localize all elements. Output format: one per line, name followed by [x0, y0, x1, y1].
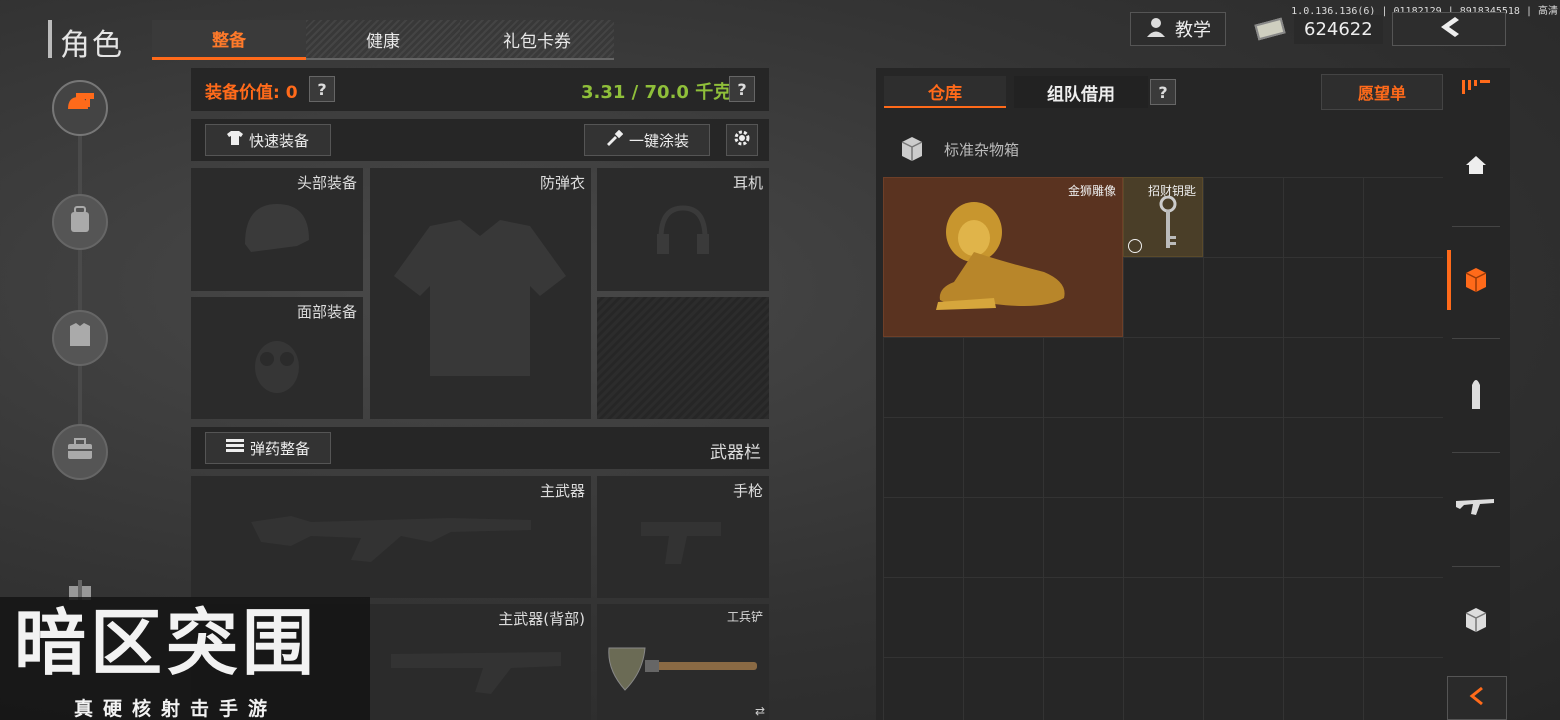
money-amount: 624622: [1294, 14, 1383, 44]
tab-team-borrow[interactable]: 组队借用: [1014, 76, 1148, 108]
tab-gift-coupons[interactable]: 礼包卡券: [460, 20, 614, 60]
cash-icon: [1254, 17, 1286, 41]
quick-equip-button[interactable]: 快速装备: [205, 124, 331, 156]
item-gold-lion-statue[interactable]: 金狮雕像: [883, 177, 1123, 337]
instructor-icon: [1145, 16, 1167, 43]
container-name: 标准杂物箱: [944, 141, 1020, 159]
swap-icon[interactable]: ⇄: [755, 704, 765, 718]
one-click-paint-button[interactable]: 一键涂装: [584, 124, 710, 156]
container-box-icon: [898, 134, 926, 162]
tutorial-button[interactable]: 教学: [1130, 12, 1226, 46]
page-title: 角色: [60, 28, 124, 63]
key-icon: [1159, 196, 1177, 248]
equipment-value-bar: 装备价值: 0 ? 3.31 / 70.0 千克 ?: [191, 68, 769, 111]
slot-head[interactable]: 头部装备: [191, 168, 363, 291]
gasmask-silhouette-icon: [255, 341, 299, 393]
category-divider: [1452, 338, 1500, 339]
slot-primary-back-label: 主武器(背部): [498, 610, 585, 628]
rifle-silhouette-icon: [251, 516, 531, 562]
borrow-help-button[interactable]: ?: [1150, 79, 1176, 105]
slot-primary-label: 主武器: [539, 482, 585, 500]
sidebar-track: [78, 110, 82, 470]
slot-vest-label: 防弹衣: [539, 174, 585, 192]
slot-head-label: 头部装备: [296, 174, 357, 192]
collapse-button[interactable]: [1447, 676, 1507, 720]
backpack-icon: [66, 204, 94, 240]
slot-vest[interactable]: 防弹衣: [370, 168, 591, 419]
back-rifle-silhouette-icon: [391, 652, 561, 694]
headset-silhouette-icon: [657, 205, 709, 254]
armor-icon: [66, 320, 94, 356]
back-arrow-icon: [1435, 15, 1463, 44]
rifle-icon: [1456, 493, 1496, 523]
category-divider: [1452, 452, 1500, 453]
one-click-paint-label: 一键涂装: [628, 131, 689, 150]
tab-warehouse[interactable]: 仓库: [884, 76, 1006, 108]
slot-shovel[interactable]: 工兵铲 ⇄: [597, 604, 769, 720]
category-home[interactable]: [1450, 138, 1502, 198]
ammo-list-icon: [225, 439, 244, 457]
sidebar-item-toolbox[interactable]: [52, 424, 108, 480]
slot-shovel-label: 工兵铲: [726, 610, 763, 624]
helmet-silhouette-icon: [245, 204, 309, 252]
sidebar-item-backpack[interactable]: [52, 194, 108, 250]
box-icon: [1462, 605, 1490, 639]
bullet-icon: [1468, 375, 1484, 417]
weight-readout: 3.31 / 70.0 千克: [581, 82, 732, 103]
back-button[interactable]: [1392, 12, 1506, 46]
ammo-equip-label: 弹药整备: [249, 439, 310, 458]
gear-icon: [733, 129, 751, 151]
category-weapons[interactable]: [1450, 478, 1502, 538]
sort-icon[interactable]: [1462, 78, 1492, 98]
category-box-active[interactable]: [1450, 252, 1502, 312]
slot-primary-weapon[interactable]: 主武器: [191, 476, 591, 598]
tutorial-label: 教学: [1175, 20, 1211, 41]
title-accent-bar: [48, 20, 52, 58]
slot-headset-label: 耳机: [732, 174, 763, 192]
weight-help-button[interactable]: ?: [729, 76, 755, 102]
item-gold-lion-name: 金狮雕像: [1067, 184, 1116, 198]
settings-button[interactable]: [726, 124, 758, 156]
pistol-silhouette-icon: [641, 522, 721, 564]
home-icon: [1464, 154, 1488, 182]
sidebar-item-gear[interactable]: [52, 80, 108, 136]
helmet-gun-icon: [64, 91, 96, 125]
game-logo-title: 暗区突围: [14, 601, 319, 685]
slot-face-label: 面部装备: [296, 303, 357, 321]
category-ammo[interactable]: [1450, 366, 1502, 426]
category-divider: [1452, 566, 1500, 567]
tab-health[interactable]: 健康: [306, 20, 460, 60]
slot-pistol-label: 手枪: [732, 482, 763, 500]
shirt-icon: [226, 131, 243, 149]
paint-spray-icon: [605, 129, 624, 150]
shovel-icon: [608, 647, 757, 691]
category-misc-box[interactable]: [1450, 592, 1502, 652]
weapon-bar-label: 武器栏: [710, 443, 761, 463]
sidebar-item-armor[interactable]: [52, 310, 108, 366]
tab-equip[interactable]: 整备: [152, 20, 306, 60]
slot-face[interactable]: 面部装备: [191, 297, 363, 419]
chevron-left-icon: [1468, 686, 1486, 710]
lion-statue-icon: [936, 202, 1065, 310]
game-logo-subtitle: 真硬核射击手游: [74, 698, 278, 720]
equipment-value: 装备价值: 0: [205, 83, 298, 103]
slot-locked: [597, 297, 769, 419]
slot-pistol[interactable]: 手枪: [597, 476, 769, 598]
quick-equip-label: 快速装备: [248, 131, 309, 150]
category-divider: [1452, 226, 1500, 227]
value-help-button[interactable]: ?: [309, 76, 335, 102]
slot-headset[interactable]: 耳机: [597, 168, 769, 291]
orange-box-icon: [1462, 265, 1490, 299]
vest-silhouette-icon: [394, 220, 566, 376]
wishlist-button[interactable]: 愿望单: [1321, 74, 1443, 110]
ammo-equip-button[interactable]: 弹药整备: [205, 432, 331, 464]
toolbox-icon: [65, 436, 95, 468]
timer-icon: [1128, 239, 1142, 253]
item-fortune-key[interactable]: 招财钥匙: [1123, 177, 1203, 257]
money-display: 624622: [1254, 14, 1383, 44]
